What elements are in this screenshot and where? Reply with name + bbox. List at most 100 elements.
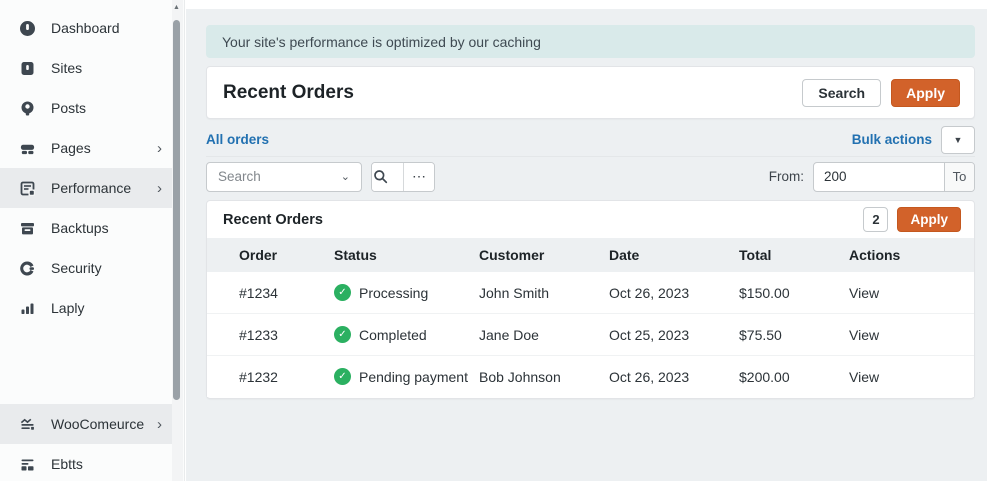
search-tools-group: ⋯ [371,161,435,192]
column-header-customer: Customer [479,247,545,263]
sidebar-menu-bottom: WooComeurce › Ebtts [0,404,172,484]
sidebar-scrollbar-thumb[interactable] [173,20,180,400]
all-orders-link[interactable]: All orders [206,132,269,147]
count-badge: 2 [863,207,889,232]
recent-orders-table-card: Recent Orders 2 Apply Order Status Custome… [206,200,975,399]
notice-banner: Your site's performance is optimized by … [206,25,975,58]
performance-icon [19,180,36,197]
sidebar-item-posts[interactable]: Posts [0,88,172,128]
order-id-cell: #1233 [239,326,278,343]
posts-icon [19,100,36,117]
recent-orders-header-card: Recent Orders Search Apply [206,66,975,119]
sidebar-item-label: Security [51,260,102,276]
status-label: Pending payment [359,368,468,385]
page-title: Recent Orders [223,81,354,103]
search-select[interactable]: Search ⌄ [206,161,362,192]
status-cell: ✓ Pending payment [334,368,479,385]
sidebar-item-label: Backtups [51,220,109,236]
table-title: Recent Orders [223,211,323,228]
table-header-row: Order Status Customer Date Total Actions [207,238,974,272]
pages-icon [19,140,36,157]
bulk-actions-link[interactable]: Bulk actions [852,132,932,147]
order-id-cell: #1232 [239,368,278,385]
view-action-link[interactable]: View [849,285,958,301]
search-button[interactable]: Search [802,78,882,107]
from-label: From: [768,169,804,184]
filter-row-search: Search ⌄ ⋯ From: To [206,161,975,192]
caret-down-icon: ▼ [953,134,963,145]
customer-cell: John Smith [479,284,550,301]
chevron-right-icon: › [157,139,162,157]
scroll-up-arrow-icon[interactable]: ▲ [172,4,181,11]
bulk-actions-dropdown-button[interactable]: ▼ [941,125,975,154]
date-cell: Oct 26, 2023 [609,368,690,385]
customer-cell: Jane Doe [479,326,539,343]
total-cell: $75.50 [739,326,782,343]
sidebar-item-label: Posts [51,100,87,116]
date-cell: Oct 25, 2023 [609,326,690,343]
backups-icon [19,220,36,237]
admin-sidebar: Dashboard Sites Posts Pages › Performance › Bac… [0,0,185,481]
sidebar-item-ebtts[interactable]: Ebtts [0,444,172,484]
ellipsis-icon: ⋯ [412,168,426,184]
range-filter-group: From: To [768,161,975,192]
chevron-right-icon: › [157,415,162,433]
sidebar-item-woocomeurce[interactable]: WooComeurce › [0,404,172,444]
sidebar-item-label: WooComeurce [51,416,145,432]
from-field-wrap: To [813,161,975,192]
main-content: Your site's performance is optimized by … [186,0,987,481]
sidebar-item-backtups[interactable]: Backtups [0,208,172,248]
bulk-actions-group: Bulk actions ▼ [852,125,975,154]
chevron-right-icon: › [157,179,162,197]
sidebar-item-label: Ebtts [51,456,83,472]
column-header-order: Order [239,247,278,263]
check-circle-icon: ✓ [334,326,351,343]
security-icon [19,260,36,277]
top-strip [186,0,987,9]
total-cell: $200.00 [739,368,790,385]
to-suffix-button[interactable]: To [944,162,974,191]
search-icon [372,168,388,185]
magnifier-button[interactable] [372,162,403,191]
notice-banner-text: Your site's performance is optimized by … [222,33,541,50]
sidebar-scrollbar-track[interactable]: ▲ [172,0,183,481]
filter-row-views: All orders Bulk actions ▼ [206,125,975,157]
view-action-link[interactable]: View [849,369,958,385]
sidebar-item-performance[interactable]: Performance › [0,168,172,208]
sidebar-item-laply[interactable]: Laply [0,288,172,328]
from-input[interactable] [814,162,944,191]
bar-chart-icon [19,300,36,317]
status-cell: ✓ Processing [334,284,479,301]
sidebar-item-label: Performance [51,180,132,196]
table-subheader: Recent Orders 2 Apply [207,201,974,238]
view-action-link[interactable]: View [849,327,958,343]
status-label: Completed [359,326,427,343]
table-body: #1234 ✓ Processing John Smith Oct 26, 2023 $1… [207,272,974,397]
apply-button[interactable]: Apply [891,78,960,107]
more-options-button[interactable]: ⋯ [403,162,434,191]
table-row: #1232 ✓ Pending payment Bob Johnson Oct 26, … [207,356,974,397]
chevron-down-icon: ⌄ [340,171,350,183]
status-label: Processing [359,284,429,301]
column-header-total: Total [739,247,772,263]
column-header-date: Date [609,247,640,263]
sidebar-item-label: Pages [51,140,91,156]
table-apply-button[interactable]: Apply [897,207,961,232]
dashboard-icon [19,20,36,37]
grid-icon [19,456,36,473]
sidebar-item-dashboard[interactable]: Dashboard [0,8,172,48]
order-id-cell: #1234 [239,284,278,301]
column-header-actions: Actions [849,247,901,263]
table-row: #1233 ✓ Completed Jane Doe Oct 25, 2023 $75.5… [207,314,974,356]
check-circle-icon: ✓ [334,284,351,301]
sidebar-item-label: Sites [51,60,83,76]
search-select-placeholder: Search [218,169,261,184]
woocommerce-icon [19,416,36,433]
date-cell: Oct 26, 2023 [609,284,690,301]
sidebar-item-sites[interactable]: Sites [0,48,172,88]
table-row: #1234 ✓ Processing John Smith Oct 26, 2023 $1… [207,272,974,314]
total-cell: $150.00 [739,284,790,301]
check-circle-icon: ✓ [334,368,351,385]
sidebar-item-security[interactable]: Security [0,248,172,288]
sidebar-item-pages[interactable]: Pages › [0,128,172,168]
